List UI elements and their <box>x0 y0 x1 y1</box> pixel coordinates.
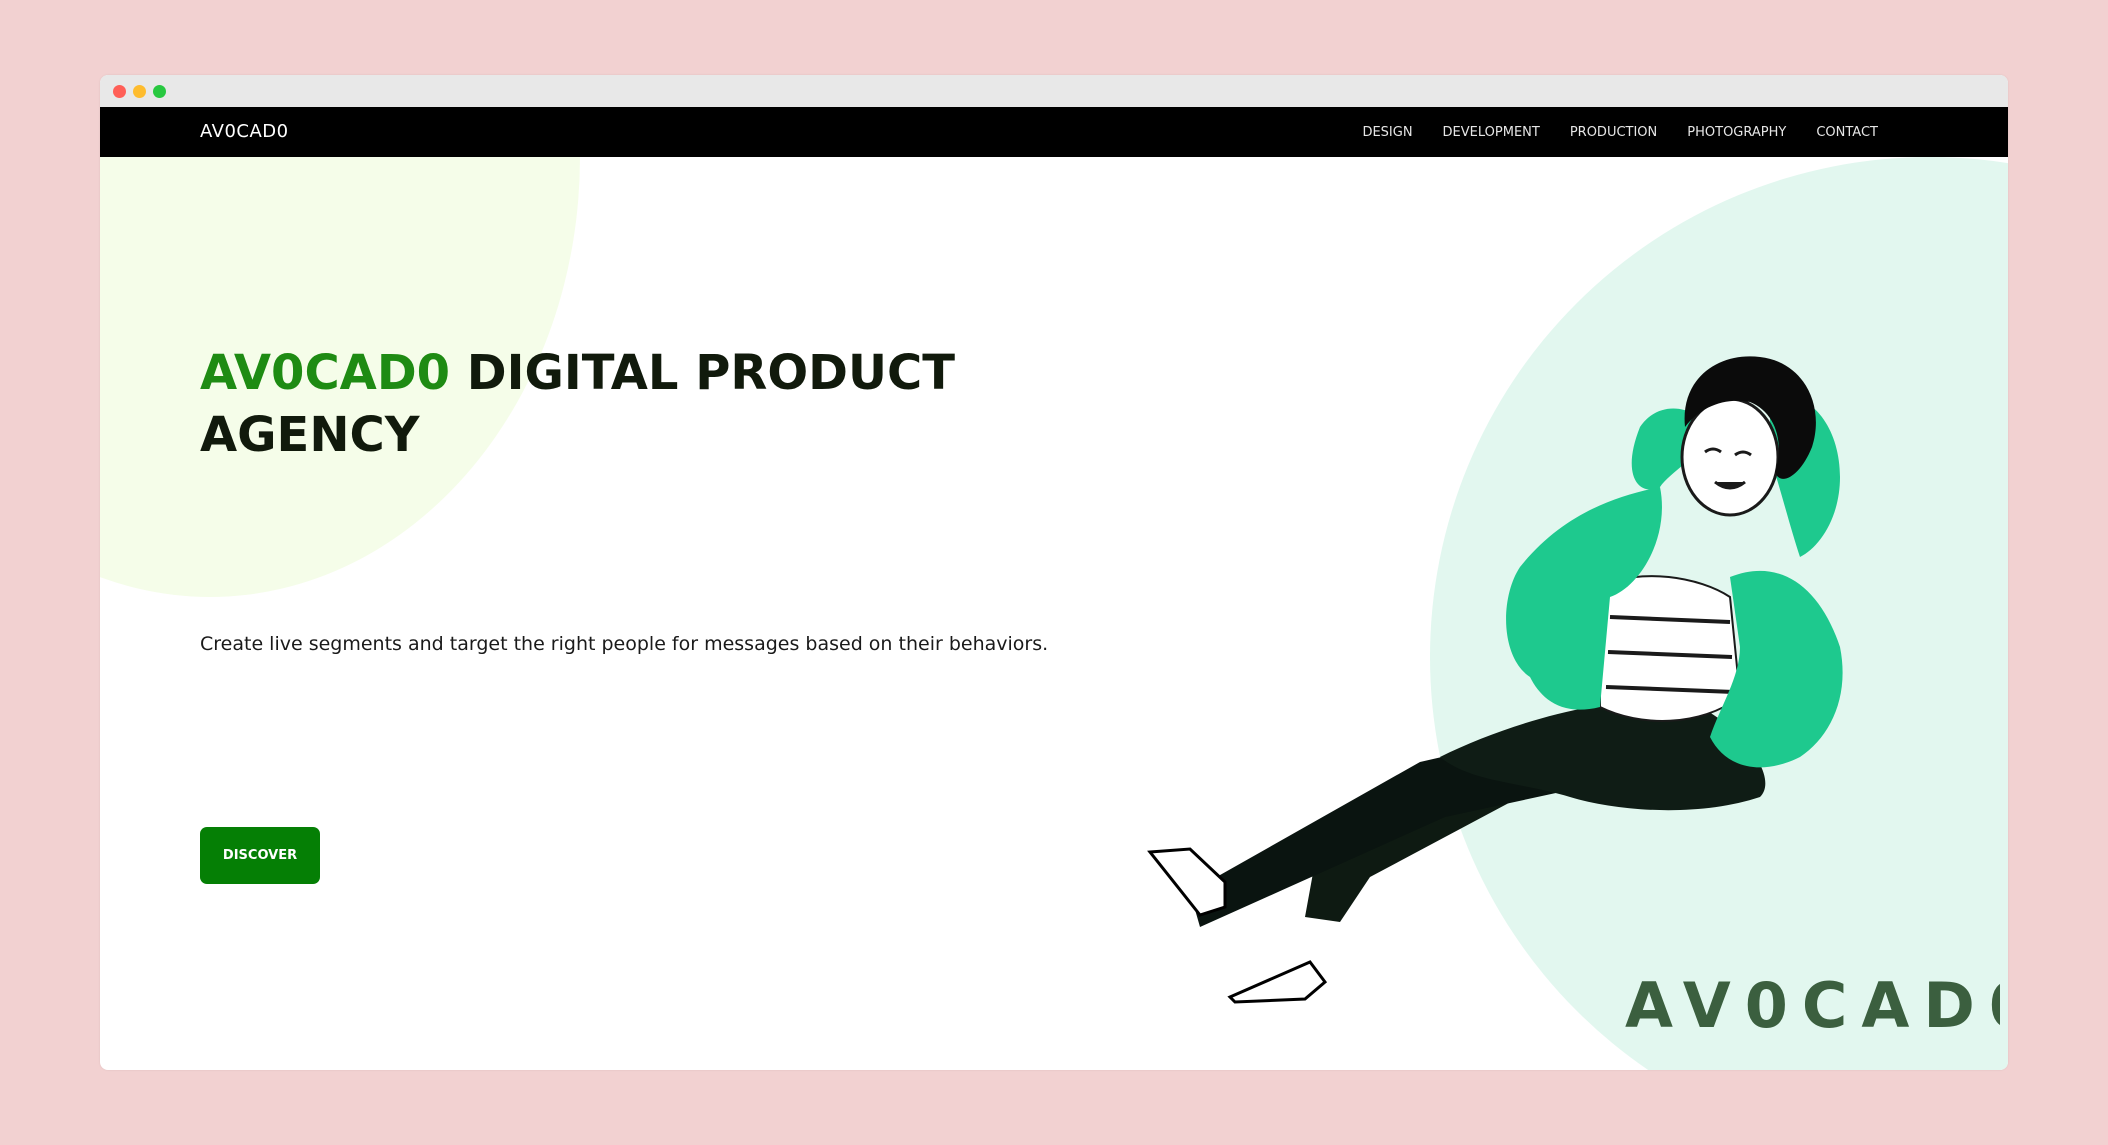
nav-links: DESIGN DEVELOPMENT PRODUCTION PHOTOGRAPH… <box>1362 107 1878 157</box>
discover-button[interactable]: DISCOVER <box>200 827 320 884</box>
maximize-window-dot[interactable] <box>153 85 166 98</box>
nav-link-production[interactable]: PRODUCTION <box>1570 125 1657 140</box>
shirt-shape <box>1599 575 1742 722</box>
front-shoe-shape <box>1147 847 1227 917</box>
minimize-window-dot[interactable] <box>133 85 146 98</box>
nav-link-photography[interactable]: PHOTOGRAPHY <box>1687 125 1786 140</box>
browser-window: AV0CAD0 DESIGN DEVELOPMENT PRODUCTION PH… <box>100 75 2008 1070</box>
navbar: AV0CAD0 DESIGN DEVELOPMENT PRODUCTION PH… <box>100 107 2008 157</box>
hero-section: AV0CAD0 DIGITAL PRODUCT AGENCY Create li… <box>100 157 2008 1070</box>
face-shape <box>1680 397 1780 517</box>
back-shoe-shape <box>1227 960 1328 1004</box>
hero-subtitle: Create live segments and target the righ… <box>200 633 1049 655</box>
nav-link-development[interactable]: DEVELOPMENT <box>1443 125 1540 140</box>
brand-logo-link[interactable]: AV0CAD0 <box>200 107 289 157</box>
nav-link-design[interactable]: DESIGN <box>1362 125 1412 140</box>
close-window-dot[interactable] <box>113 85 126 98</box>
avocado-wordmark: AV0CAD0 <box>1625 969 2000 1042</box>
hero-title: AV0CAD0 DIGITAL PRODUCT AGENCY <box>200 342 960 466</box>
hero-title-brand: AV0CAD0 <box>200 345 451 401</box>
nav-link-contact[interactable]: CONTACT <box>1816 125 1878 140</box>
man-relaxing-illustration: AV0CAD0 <box>1147 356 2000 1042</box>
window-titlebar <box>100 75 2008 107</box>
